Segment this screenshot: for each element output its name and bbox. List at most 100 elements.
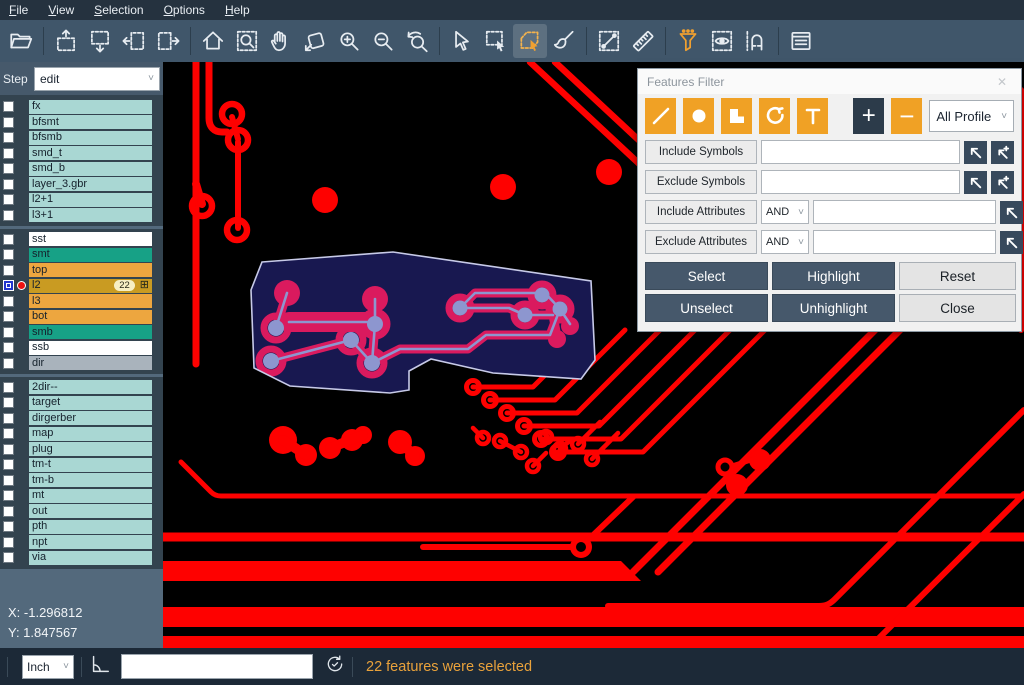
layer-visibility-checkbox[interactable]	[3, 428, 14, 439]
close-icon[interactable]: ✕	[992, 75, 1012, 89]
clear-brush-icon[interactable]	[547, 24, 581, 58]
layer-row-npt[interactable]: npt	[0, 535, 163, 549]
filter-line-button[interactable]	[645, 98, 676, 134]
menu-options[interactable]: Options	[164, 3, 205, 17]
pick-symbol-button[interactable]	[964, 141, 987, 164]
layer-visibility-checkbox[interactable]	[3, 397, 14, 408]
layer-active-indicator[interactable]	[14, 443, 29, 456]
pan-hand-icon[interactable]	[264, 24, 298, 58]
layer-visibility-checkbox[interactable]	[3, 148, 14, 159]
menu-file[interactable]: File	[9, 3, 28, 17]
layer-active-indicator[interactable]	[14, 412, 29, 425]
layer-visibility-checkbox[interactable]	[3, 179, 14, 190]
pcb-canvas[interactable]: Features Filter ✕ + − All Profile ˅ Incl…	[163, 62, 1024, 648]
layer-active-indicator[interactable]	[14, 116, 29, 129]
layer-active-indicator[interactable]	[14, 505, 29, 518]
layer-row-layer_3.gbr[interactable]: layer_3.gbr	[0, 177, 163, 191]
view-overlay-icon[interactable]	[705, 24, 739, 58]
select-polygon-icon[interactable]	[513, 24, 547, 58]
layer-visibility-checkbox[interactable]	[3, 506, 14, 517]
filter-surface-button[interactable]	[721, 98, 752, 134]
pick-add-symbol-button[interactable]	[991, 171, 1014, 194]
layer-visibility-checkbox[interactable]	[3, 234, 14, 245]
layer-active-indicator[interactable]	[14, 131, 29, 144]
reset-button[interactable]: Reset	[899, 262, 1016, 290]
layers-panel-icon[interactable]	[784, 24, 818, 58]
layer-visibility-checkbox[interactable]	[3, 382, 14, 393]
layer-active-indicator[interactable]	[14, 536, 29, 549]
layer-visibility-checkbox[interactable]	[3, 101, 14, 112]
layer-visibility-checkbox[interactable]	[3, 327, 14, 338]
select-button[interactable]: Select	[645, 262, 768, 290]
layer-active-indicator[interactable]	[14, 381, 29, 394]
layer-row-fx[interactable]: fx	[0, 100, 163, 114]
layer-visibility-checkbox[interactable]	[3, 194, 14, 205]
measure-distance-icon[interactable]	[592, 24, 626, 58]
zoom-out-icon[interactable]	[366, 24, 400, 58]
command-input[interactable]	[121, 654, 313, 679]
menu-view[interactable]: View	[48, 3, 74, 17]
snap-magnet-icon[interactable]	[739, 24, 773, 58]
layer-visibility-checkbox[interactable]	[3, 413, 14, 424]
layer-visibility-checkbox[interactable]	[3, 358, 14, 369]
layer-active-indicator[interactable]	[14, 209, 29, 222]
layer-active-indicator[interactable]	[14, 458, 29, 471]
features-filter-icon[interactable]	[671, 24, 705, 58]
layer-row-target[interactable]: target	[0, 396, 163, 410]
profile-select[interactable]: All Profile ˅	[929, 100, 1014, 132]
layer-active-indicator[interactable]	[14, 326, 29, 339]
layer-row-via[interactable]: via	[0, 551, 163, 565]
include-symbols-button[interactable]: Include Symbols	[645, 140, 757, 164]
layer-row-mt[interactable]: mt	[0, 489, 163, 503]
select-rectangle-icon[interactable]	[479, 24, 513, 58]
layer-visibility-checkbox[interactable]	[3, 552, 14, 563]
layer-row-out[interactable]: out	[0, 504, 163, 518]
pick-add-symbol-button[interactable]	[991, 141, 1014, 164]
layer-visibility-checkbox[interactable]	[3, 521, 14, 532]
layer-visibility-checkbox[interactable]	[3, 296, 14, 307]
exclude-attributes-input[interactable]	[813, 230, 996, 254]
dialog-titlebar[interactable]: Features Filter ✕	[638, 69, 1021, 94]
layer-active-indicator[interactable]	[14, 474, 29, 487]
layer-row-smb[interactable]: smb	[0, 325, 163, 339]
layer-active-indicator[interactable]	[14, 193, 29, 206]
layer-active-indicator[interactable]	[14, 147, 29, 160]
layer-row-bfsmb[interactable]: bfsmb	[0, 131, 163, 145]
zoom-in-icon[interactable]	[332, 24, 366, 58]
layer-row-plug[interactable]: plug	[0, 442, 163, 456]
layer-row-ssb[interactable]: ssb	[0, 341, 163, 355]
shift-view-up-icon[interactable]	[49, 24, 83, 58]
layer-row-l3+1[interactable]: l3+1	[0, 208, 163, 222]
layer-row-dirgerber[interactable]: dirgerber	[0, 411, 163, 425]
exclude-symbols-input[interactable]	[761, 170, 960, 194]
layer-active-indicator[interactable]	[14, 396, 29, 409]
exclude-symbols-button[interactable]: Exclude Symbols	[645, 170, 757, 194]
open-file-icon[interactable]	[4, 24, 38, 58]
layer-row-sst[interactable]: sst	[0, 232, 163, 246]
layer-grid-icon[interactable]: ⊞	[140, 280, 149, 291]
layer-row-smd_t[interactable]: smd_t	[0, 146, 163, 160]
layer-active-indicator[interactable]	[14, 310, 29, 323]
layer-visibility-checkbox[interactable]	[3, 132, 14, 143]
layer-visibility-checkbox[interactable]	[3, 265, 14, 276]
shift-view-left-icon[interactable]	[117, 24, 151, 58]
layer-visibility-checkbox[interactable]	[3, 210, 14, 221]
step-select[interactable]: edit ˅	[34, 67, 160, 91]
layer-visibility-checkbox[interactable]	[3, 444, 14, 455]
exclude-attributes-button[interactable]: Exclude Attributes	[645, 230, 757, 254]
menu-help[interactable]: Help	[225, 3, 250, 17]
layer-visibility-checkbox[interactable]	[3, 117, 14, 128]
sync-icon[interactable]	[325, 654, 345, 679]
layer-active-indicator[interactable]	[14, 264, 29, 277]
layer-visibility-checkbox[interactable]	[3, 311, 14, 322]
highlight-button[interactable]: Highlight	[772, 262, 895, 290]
unhighlight-button[interactable]: Unhighlight	[772, 294, 895, 322]
unselect-button[interactable]: Unselect	[645, 294, 768, 322]
layer-active-indicator[interactable]	[14, 551, 29, 564]
close-button[interactable]: Close	[899, 294, 1016, 322]
layer-row-tm-t[interactable]: tm-t	[0, 458, 163, 472]
layer-row-dir[interactable]: dir	[0, 356, 163, 370]
layer-active-indicator[interactable]	[14, 233, 29, 246]
include-attributes-button[interactable]: Include Attributes	[645, 200, 757, 224]
layer-active-indicator[interactable]	[14, 427, 29, 440]
